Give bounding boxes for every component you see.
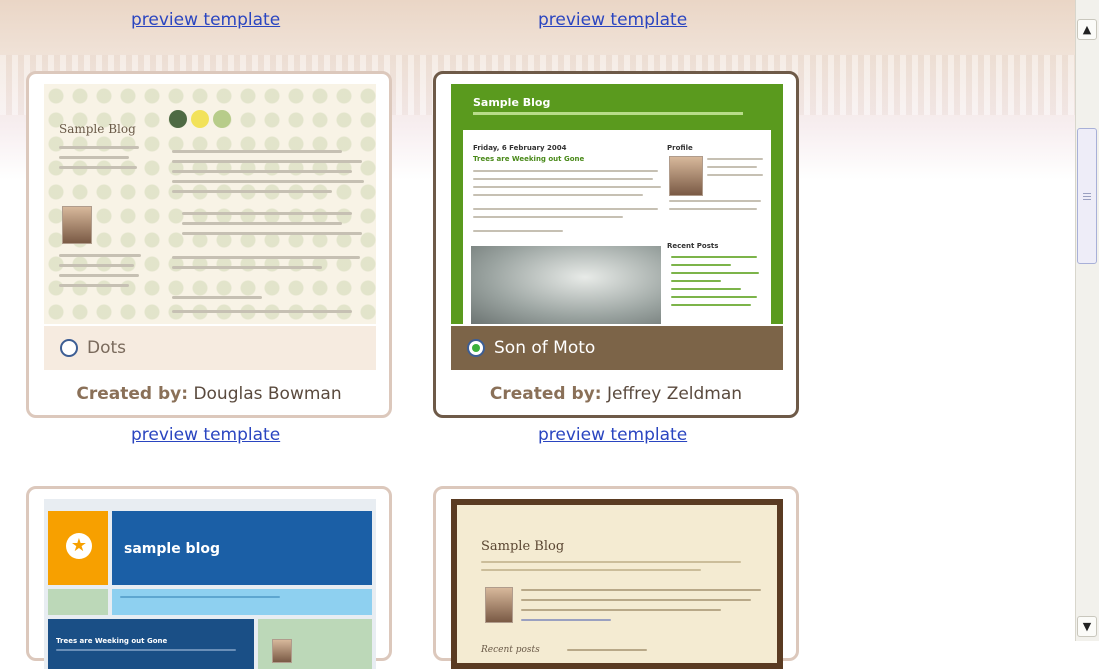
grip-icon: [1083, 192, 1091, 200]
thumb-post-title: Recent posts: [481, 645, 540, 655]
scrollbar-thumb[interactable]: [1077, 128, 1097, 264]
thumb-profile: Profile: [667, 144, 693, 152]
up-arrow-icon: ▲: [1082, 23, 1092, 36]
created-by-label: Created by:: [76, 384, 189, 404]
thumb-blog-title: Sample Blog: [473, 96, 551, 109]
template-credit: Created by: Jeffrey Zeldman: [436, 384, 796, 404]
thumb-blog-title: sample blog: [124, 541, 221, 557]
scroll-down-button[interactable]: ▼: [1077, 616, 1097, 637]
thumb-blog-title: Sample Blog: [481, 539, 565, 554]
scroll-up-button[interactable]: ▲: [1077, 19, 1097, 40]
template-name: Dots: [87, 338, 127, 358]
template-label-bar[interactable]: Dots: [44, 326, 376, 370]
vertical-scrollbar[interactable]: ▲ ▼: [1075, 0, 1099, 641]
template-radio-button[interactable]: [60, 339, 78, 357]
template-card-son-of-moto[interactable]: Sample Blog Friday, 6 February 2004 Tree…: [433, 71, 799, 418]
created-by-label: Created by:: [489, 384, 602, 404]
down-arrow-icon: ▼: [1082, 620, 1092, 633]
thumb-post-title: Trees are Weeking out Gone: [56, 637, 168, 645]
thumb-post-title: Trees are Weeking out Gone: [473, 155, 585, 163]
template-card[interactable]: ★ sample blog Trees are Weeking out Gone: [26, 486, 392, 669]
thumb-recent-posts: Recent Posts: [667, 242, 719, 250]
template-author: Jeffrey Zeldman: [606, 384, 743, 404]
template-thumbnail: ★ sample blog Trees are Weeking out Gone: [44, 499, 376, 669]
thumb-date: Friday, 6 February 2004: [473, 144, 567, 152]
template-radio-button-selected[interactable]: [467, 339, 485, 357]
template-thumbnail: Sample Blog Friday, 6 February 2004 Tree…: [451, 84, 783, 324]
template-thumbnail: Sample Blog Recent posts: [451, 499, 783, 669]
template-credit: Created by: Douglas Bowman: [29, 384, 389, 404]
template-card-dots[interactable]: Sample Blog Dots Created by: Douglas Bow…: [26, 71, 392, 418]
preview-template-link[interactable]: preview template: [131, 10, 280, 30]
thumb-blog-title: Sample Blog: [59, 122, 136, 136]
preview-template-link[interactable]: preview template: [538, 10, 687, 30]
template-name: Son of Moto: [494, 338, 596, 358]
template-author: Douglas Bowman: [193, 384, 342, 404]
preview-template-link[interactable]: preview template: [538, 425, 687, 445]
template-thumbnail: Sample Blog: [44, 84, 376, 324]
preview-template-link[interactable]: preview template: [131, 425, 280, 445]
template-label-bar[interactable]: Son of Moto: [451, 326, 783, 370]
star-icon: ★: [66, 533, 92, 559]
template-card[interactable]: Sample Blog Recent posts: [433, 486, 799, 669]
